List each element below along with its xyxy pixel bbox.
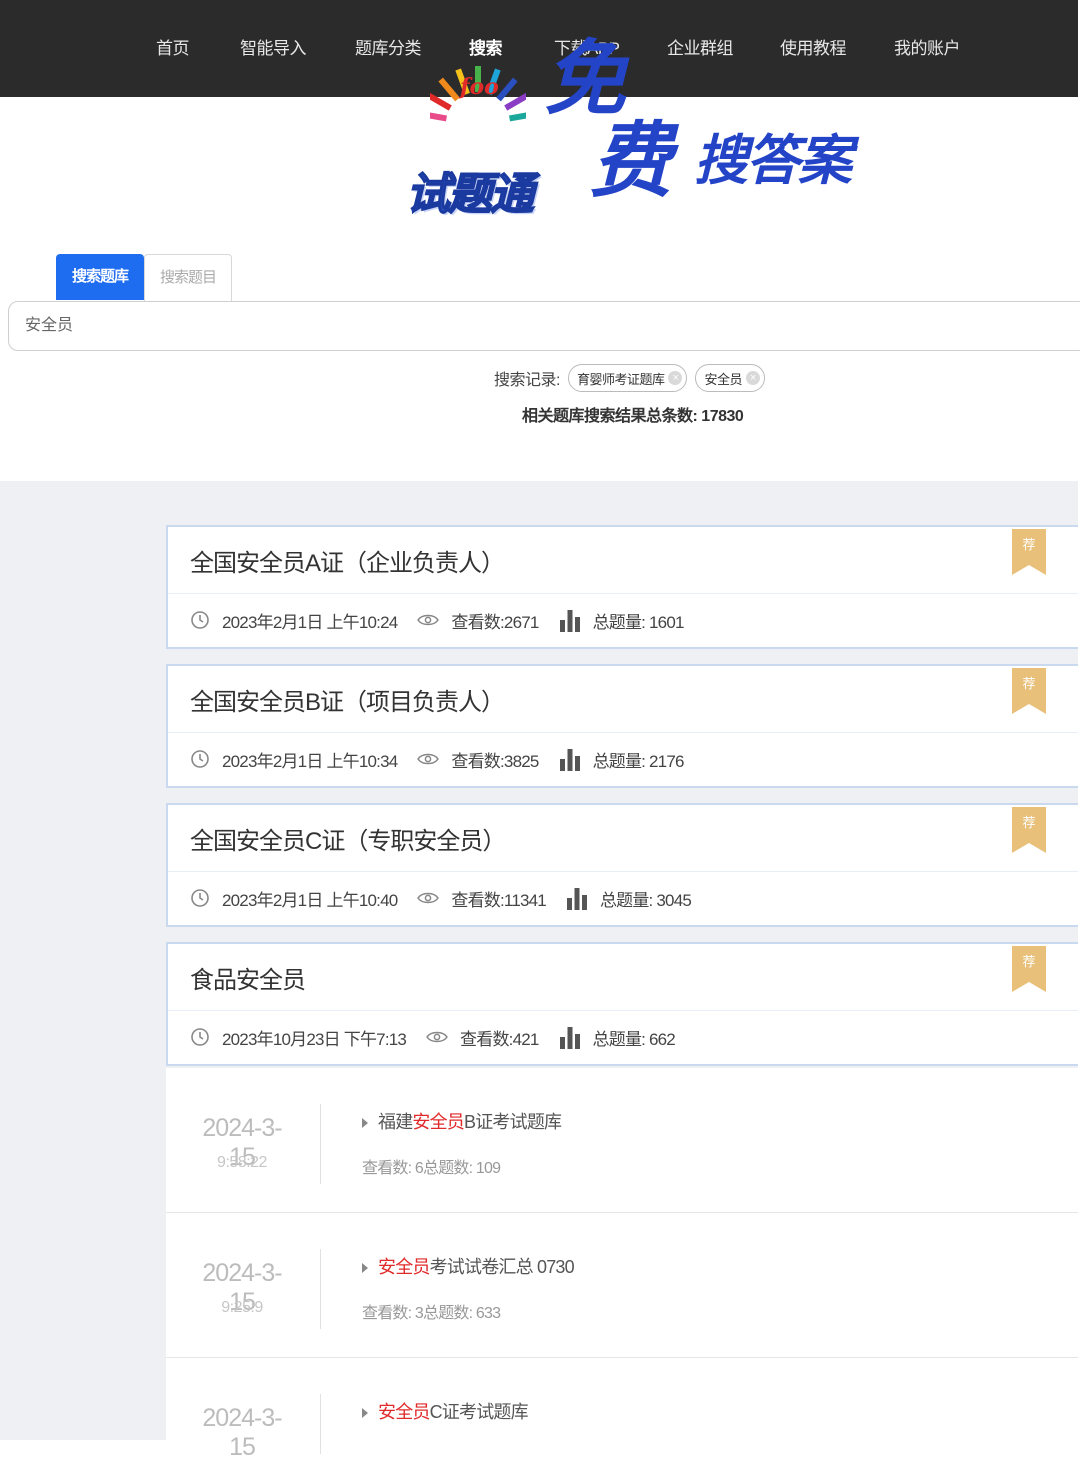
row-divider xyxy=(320,1394,321,1454)
card-title[interactable]: 食品安全员 xyxy=(190,960,306,995)
row-meta: 查看数: 3总题数: 633 xyxy=(362,1305,501,1322)
featured-card[interactable]: 全国安全员A证（企业负责人） 2023年2月1日 上午10:24 查看数:267… xyxy=(166,525,1078,649)
badge-label: 荐 xyxy=(1022,816,1035,831)
card-views: 查看数:421 xyxy=(460,1029,539,1049)
bookmark-badge-icon: 荐 xyxy=(1012,807,1046,853)
result-total-value: 17830 xyxy=(701,408,744,425)
slogan-free-char-1: 免 xyxy=(544,34,626,125)
row-title-suffix: B证考试题库 xyxy=(464,1112,562,1132)
nav-tutorial[interactable]: 使用教程 xyxy=(780,34,847,59)
card-count: 总题量: 3045 xyxy=(599,890,692,910)
row-title-highlight: 安全员 xyxy=(412,1112,465,1132)
eye-icon xyxy=(426,1031,448,1043)
result-row[interactable]: 2024-3-15 9:58:22 福建安全员B证考试题库 查看数: 6总题数:… xyxy=(166,1068,1078,1213)
history-chip-label: 育婴师考证题库 xyxy=(576,371,665,387)
card-meta: 2023年2月1日 上午10:24 查看数:2671 总题量: 1601 xyxy=(190,607,684,633)
row-title-highlight: 安全员 xyxy=(378,1257,430,1277)
featured-card[interactable]: 全国安全员C证（专职安全员） 2023年2月1日 上午10:40 查看数:113… xyxy=(166,803,1078,927)
row-title-prefix: 福建 xyxy=(378,1112,413,1132)
slogan-free-char-2: 费 xyxy=(590,116,672,207)
clock-icon xyxy=(191,611,209,629)
card-datetime: 2023年2月1日 上午10:24 xyxy=(222,612,398,632)
search-history: 搜索记录: 育婴师考证题库 × 安全员 × xyxy=(494,364,765,392)
row-title[interactable]: 安全员C证考试题库 xyxy=(362,1398,529,1424)
history-chip-label: 安全员 xyxy=(704,371,742,387)
clock-icon xyxy=(191,750,209,768)
clock-icon xyxy=(191,889,209,907)
bar-chart-icon xyxy=(566,888,587,910)
history-chip[interactable]: 育婴师考证题库 × xyxy=(567,364,688,392)
card-title[interactable]: 全国安全员A证（企业负责人） xyxy=(190,543,505,578)
search-input[interactable] xyxy=(8,301,1080,351)
row-divider xyxy=(320,1104,321,1184)
bookmark-badge-icon: 荐 xyxy=(1012,529,1046,575)
result-total-label: 相关题库搜索结果总条数: xyxy=(522,408,698,425)
card-count: 总题量: 662 xyxy=(592,1029,676,1049)
row-title-suffix: 考试试卷汇总 0730 xyxy=(429,1257,575,1277)
logo-foo-text: foo xyxy=(460,74,499,100)
card-views: 查看数:11341 xyxy=(451,890,546,910)
nav-categories[interactable]: 题库分类 xyxy=(355,34,422,59)
triangle-right-icon xyxy=(362,1118,368,1129)
slogan-search-answers: 搜答案 xyxy=(694,131,852,191)
row-divider xyxy=(320,1249,321,1329)
triangle-right-icon xyxy=(362,1263,368,1274)
card-meta: 2023年2月1日 上午10:40 查看数:11341 总题量: 3045 xyxy=(190,885,692,911)
card-datetime: 2023年2月1日 上午10:40 xyxy=(222,890,398,910)
row-title[interactable]: 安全员考试试卷汇总 0730 xyxy=(362,1253,575,1279)
logo-brand-name: 试题通 xyxy=(405,169,535,220)
history-chip[interactable]: 安全员 × xyxy=(695,364,765,392)
nav-my-account[interactable]: 我的账户 xyxy=(894,34,961,59)
featured-card[interactable]: 全国安全员B证（项目负责人） 2023年2月1日 上午10:34 查看数:382… xyxy=(166,664,1078,788)
badge-label: 荐 xyxy=(1022,677,1035,692)
eye-icon xyxy=(417,892,440,904)
row-time: 9:58:22 xyxy=(217,1154,267,1171)
result-row[interactable]: 2024-3-15 9:25:9 安全员考试试卷汇总 0730 查看数: 3总题… xyxy=(166,1213,1078,1358)
card-divider xyxy=(168,1010,1078,1011)
card-divider xyxy=(168,871,1078,872)
nav-smart-import[interactable]: 智能导入 xyxy=(240,34,307,59)
bar-chart-icon xyxy=(559,1027,580,1049)
card-title[interactable]: 全国安全员C证（专职安全员） xyxy=(190,821,506,856)
bookmark-badge-icon: 荐 xyxy=(1012,946,1046,992)
card-meta: 2023年2月1日 上午10:34 查看数:3825 总题量: 2176 xyxy=(190,746,684,772)
badge-label: 荐 xyxy=(1022,538,1035,553)
tab-search-questions[interactable]: 搜索题目 xyxy=(144,254,232,301)
card-datetime: 2023年2月1日 上午10:34 xyxy=(222,751,398,771)
result-row[interactable]: 2024-3-15 安全员C证考试题库 xyxy=(166,1358,1078,1461)
triangle-right-icon xyxy=(362,1408,368,1419)
card-views: 查看数:2671 xyxy=(451,612,539,632)
badge-label: 荐 xyxy=(1022,955,1035,970)
card-datetime: 2023年10月23日 下午7:13 xyxy=(222,1029,407,1049)
row-title-highlight: 安全员 xyxy=(378,1402,430,1422)
row-time: 9:25:9 xyxy=(221,1299,263,1316)
card-divider xyxy=(168,732,1078,733)
result-total: 相关题库搜索结果总条数: 17830 xyxy=(522,402,744,426)
card-count: 总题量: 2176 xyxy=(592,751,685,771)
bookmark-badge-icon: 荐 xyxy=(1012,668,1046,714)
eye-icon xyxy=(417,614,440,626)
eye-icon xyxy=(417,753,440,765)
row-title-suffix: C证考试题库 xyxy=(429,1402,529,1422)
slogan-free: 免 费 xyxy=(538,38,694,214)
card-views: 查看数:3825 xyxy=(451,751,539,771)
row-meta: 查看数: 6总题数: 109 xyxy=(362,1160,501,1177)
tab-search-banks[interactable]: 搜索题库 xyxy=(56,254,144,300)
close-icon[interactable]: × xyxy=(668,371,683,385)
close-icon[interactable]: × xyxy=(745,371,760,385)
card-count: 总题量: 1601 xyxy=(592,612,685,632)
card-divider xyxy=(168,593,1078,594)
nav-home[interactable]: 首页 xyxy=(156,34,190,59)
row-title[interactable]: 福建安全员B证考试题库 xyxy=(362,1108,562,1134)
featured-card[interactable]: 食品安全员 2023年10月23日 下午7:13 查看数:421 总题量: 66… xyxy=(166,942,1078,1066)
card-title[interactable]: 全国安全员B证（项目负责人） xyxy=(190,682,505,717)
card-meta: 2023年10月23日 下午7:13 查看数:421 总题量: 662 xyxy=(190,1024,676,1050)
clock-icon xyxy=(191,1028,209,1046)
row-date: 2024-3-15 xyxy=(202,1404,282,1461)
search-history-label: 搜索记录: xyxy=(494,372,560,389)
bar-chart-icon xyxy=(559,610,580,632)
bar-chart-icon xyxy=(559,749,580,771)
